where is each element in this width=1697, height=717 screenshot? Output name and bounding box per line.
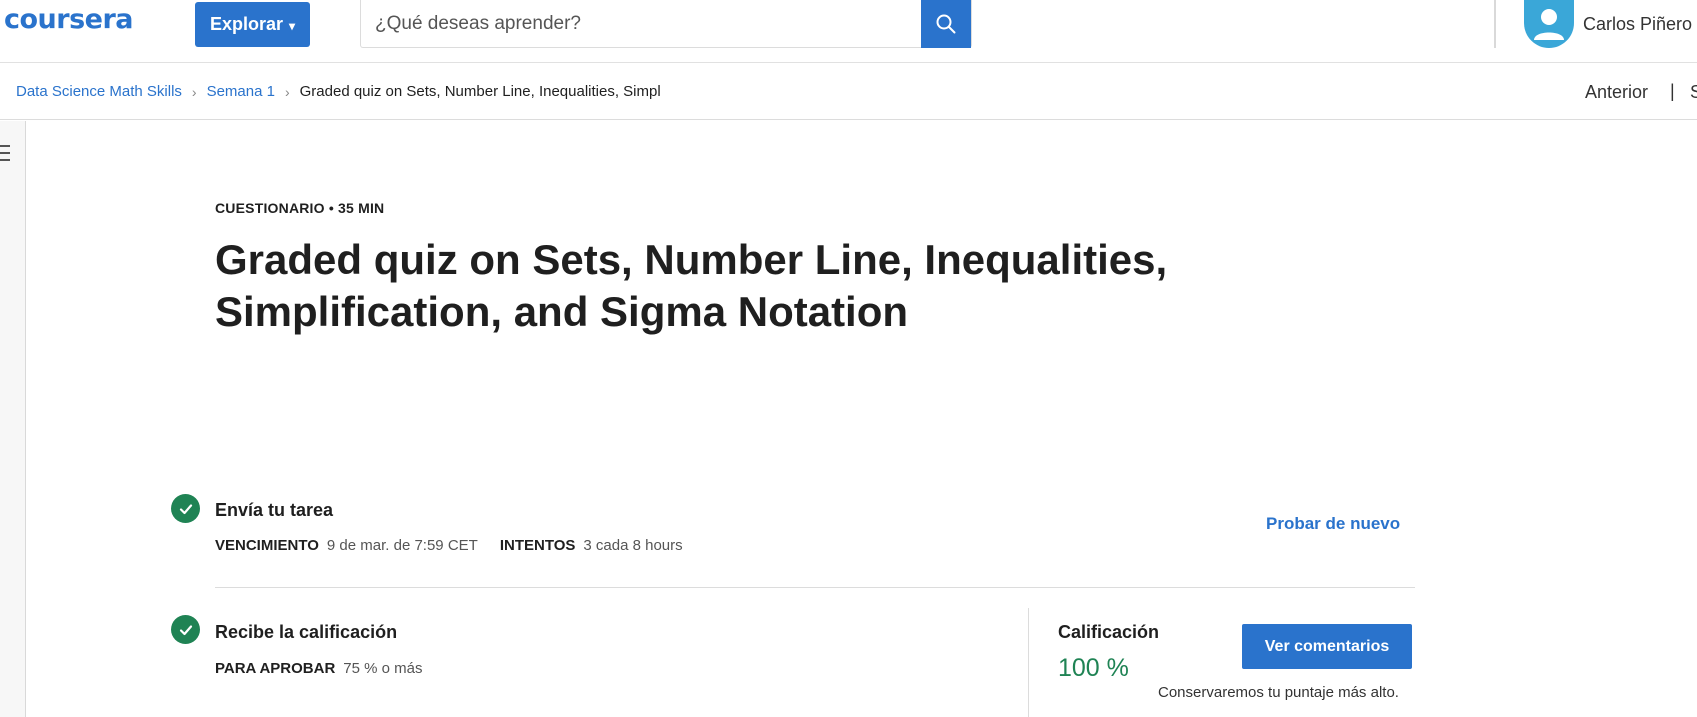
retry-button[interactable]: Probar de nuevo [1266,514,1400,534]
avatar[interactable] [1524,0,1574,48]
grade-divider [1028,608,1029,717]
explore-label: Explorar [209,14,283,34]
highest-score-note: Conservaremos tu puntaje más alto. [1158,684,1399,701]
chevron-right-icon: › [191,83,197,100]
view-feedback-button[interactable]: Ver comentarios [1242,624,1412,669]
left-rail [0,121,26,717]
nav-separator: | [1670,81,1675,101]
header-divider [1494,0,1496,48]
explore-button[interactable]: Explorar ▾ [195,2,310,47]
item-type-label: CUESTIONARIO • 35 MIN [215,200,385,216]
grade-step-meta: PARA APROBAR 75 % o más [215,660,423,677]
submit-step-title: Envía tu tarea [215,500,334,520]
grade-step-title: Recibe la calificación [215,622,398,642]
grade-label: Calificación [1058,622,1160,642]
attempts-value: 3 cada 8 hours [583,537,683,554]
search-bar [360,0,972,48]
breadcrumb-bar: Data Science Math Skills › Semana 1 › Gr… [0,64,1697,120]
search-input[interactable] [361,0,921,47]
menu-icon[interactable] [0,145,10,161]
pass-value: 75 % o más [343,660,423,677]
page-title: Graded quiz on Sets, Number Line, Inequa… [215,236,1168,335]
divider [215,587,1415,588]
grade-value: 100 % [1058,654,1129,682]
previous-link[interactable]: Anterior [1585,82,1648,103]
due-label: VENCIMIENTO [215,537,319,554]
breadcrumb: Data Science Math Skills › Semana 1 › Gr… [16,83,661,100]
search-button[interactable] [921,0,971,48]
due-value: 9 de mar. de 7:59 CET [326,537,478,554]
breadcrumb-current: Graded quiz on Sets, Number Line, Inequa… [299,83,661,100]
search-icon [936,14,956,34]
submit-step-meta: VENCIMIENTO 9 de mar. de 7:59 CET INTENTOS… [215,537,683,554]
check-circle-icon [171,494,200,523]
coursera-logo[interactable]: coursera [4,4,134,35]
breadcrumb-course[interactable]: Data Science Math Skills [16,83,182,100]
user-name[interactable]: Carlos Piñero [1583,14,1692,35]
top-header: coursera Explorar ▾ Carlos Piñero [0,0,1697,63]
pass-label: PARA APROBAR [215,660,336,677]
chevron-down-icon: ▾ [289,19,296,33]
check-circle-icon [171,615,200,644]
attempts-label: INTENTOS [499,537,576,554]
breadcrumb-week[interactable]: Semana 1 [207,83,275,100]
user-icon [1534,9,1564,40]
chevron-right-icon: › [284,83,290,100]
next-link[interactable]: S [1690,82,1697,103]
